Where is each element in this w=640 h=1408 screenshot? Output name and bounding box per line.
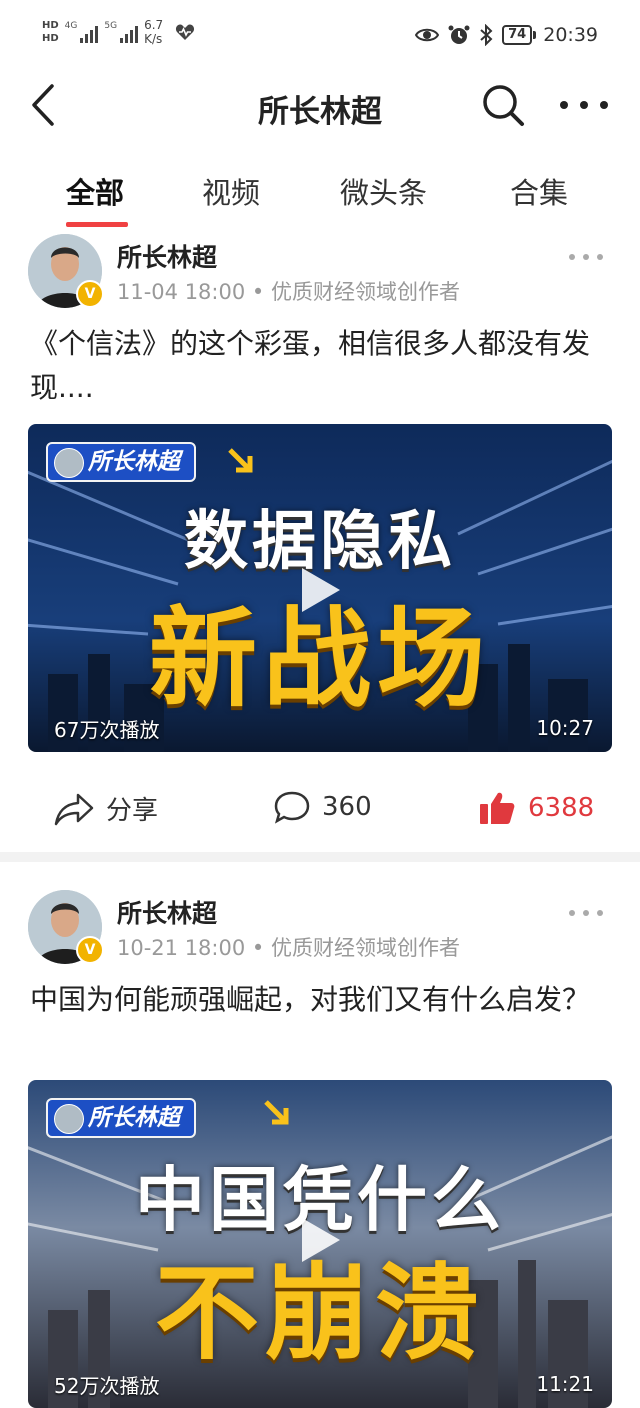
alarm-icon bbox=[448, 25, 470, 44]
post-meta: 11-04 18:00 • 优质财经领域创作者 bbox=[117, 280, 460, 304]
feed-divider bbox=[0, 852, 640, 862]
badge-avatar bbox=[54, 1104, 84, 1134]
share-button[interactable]: 分享 bbox=[54, 790, 158, 827]
tab-micro-posts[interactable]: 微头条 bbox=[340, 170, 427, 212]
battery-indicator: 74 bbox=[502, 25, 537, 45]
active-tab-indicator bbox=[66, 222, 128, 227]
post-text[interactable]: 中国为何能顽强崛起，对我们又有什么启发？ bbox=[30, 978, 610, 1022]
badge-avatar bbox=[54, 448, 84, 478]
comment-icon bbox=[274, 791, 310, 824]
share-label: 分享 bbox=[106, 796, 159, 826]
feed-post[interactable]: V 所长林超 10-21 18:00 • 优质财经领域创作者 中国为何能顽强崛起… bbox=[0, 886, 640, 1408]
status-left: HD HD 4G 5G 6.7 K/s bbox=[42, 18, 195, 46]
post-meta: 10-21 18:00 • 优质财经领域创作者 bbox=[117, 936, 460, 960]
video-duration: 10:27 bbox=[536, 716, 594, 740]
video-duration: 11:21 bbox=[536, 1372, 594, 1396]
signal-5g-icon: 5G bbox=[104, 21, 139, 43]
like-count: 6388 bbox=[528, 793, 595, 823]
channel-badge: 所长林超 bbox=[46, 1098, 196, 1138]
more-icon[interactable] bbox=[556, 82, 612, 128]
comment-count: 360 bbox=[322, 792, 372, 822]
badge-label: 所长林超 bbox=[88, 449, 180, 475]
feed-post[interactable]: V 所长林超 11-04 18:00 • 优质财经领域创作者 《个信法》的这个彩… bbox=[0, 230, 640, 850]
page-title: 所长林超 bbox=[258, 94, 382, 130]
eye-icon bbox=[415, 28, 440, 42]
clock: 20:39 bbox=[543, 24, 598, 46]
hd-indicator: HD HD bbox=[42, 19, 59, 45]
post-more-icon[interactable] bbox=[566, 250, 606, 264]
tab-all[interactable]: 全部 bbox=[66, 170, 124, 212]
post-more-icon[interactable] bbox=[566, 906, 606, 920]
view-count: 67万次播放 bbox=[54, 718, 160, 742]
arrow-down-right-icon bbox=[264, 1100, 289, 1125]
verified-badge: V bbox=[76, 936, 104, 964]
search-icon[interactable] bbox=[478, 80, 528, 130]
post-text[interactable]: 《个信法》的这个彩蛋，相信很多人都没有发现.... bbox=[30, 322, 610, 410]
status-bar: HD HD 4G 5G 6.7 K/s 74 20:39 bbox=[0, 0, 640, 72]
speed-value: 6.7 bbox=[144, 18, 164, 32]
video-thumbnail[interactable]: 所长林超 中国凭什么 不崩溃 52万次播放 11:21 bbox=[28, 1080, 612, 1408]
top-nav-bar: 所长林超 bbox=[0, 72, 640, 140]
heart-icon bbox=[176, 24, 195, 40]
badge-label: 所长林超 bbox=[88, 1105, 180, 1131]
bluetooth-icon bbox=[480, 24, 493, 46]
video-thumbnail[interactable]: 所长林超 数据隐私 新战场 67万次播放 10:27 bbox=[28, 424, 612, 752]
verified-badge: V bbox=[76, 280, 104, 308]
play-icon[interactable] bbox=[298, 1214, 344, 1266]
share-icon bbox=[54, 793, 94, 825]
hd-label-2: HD bbox=[42, 33, 59, 44]
signal-4g-icon: 4G bbox=[65, 21, 99, 43]
thumbs-up-icon bbox=[480, 792, 515, 824]
like-button[interactable]: 6388 bbox=[478, 790, 594, 826]
view-count: 52万次播放 bbox=[54, 1374, 160, 1398]
post-actions: 分享 360 6388 bbox=[0, 780, 640, 840]
author-name[interactable]: 所长林超 bbox=[117, 238, 217, 274]
network-label-2: 5G bbox=[104, 21, 118, 31]
network-label-1: 4G bbox=[64, 21, 78, 31]
tab-bar: 全部 视频 微头条 合集 bbox=[0, 160, 640, 230]
play-icon[interactable] bbox=[298, 564, 344, 616]
status-right: 74 20:39 bbox=[415, 24, 598, 46]
arrow-down-right-icon bbox=[228, 448, 253, 473]
channel-badge: 所长林超 bbox=[46, 442, 196, 482]
speed-unit: K/s bbox=[144, 32, 163, 46]
comment-button[interactable]: 360 bbox=[274, 790, 372, 824]
hd-label-1: HD bbox=[42, 20, 59, 31]
tab-videos[interactable]: 视频 bbox=[202, 170, 260, 212]
tab-collections[interactable]: 合集 bbox=[510, 170, 568, 212]
network-speed: 6.7 K/s bbox=[144, 18, 163, 46]
author-name[interactable]: 所长林超 bbox=[117, 894, 217, 930]
